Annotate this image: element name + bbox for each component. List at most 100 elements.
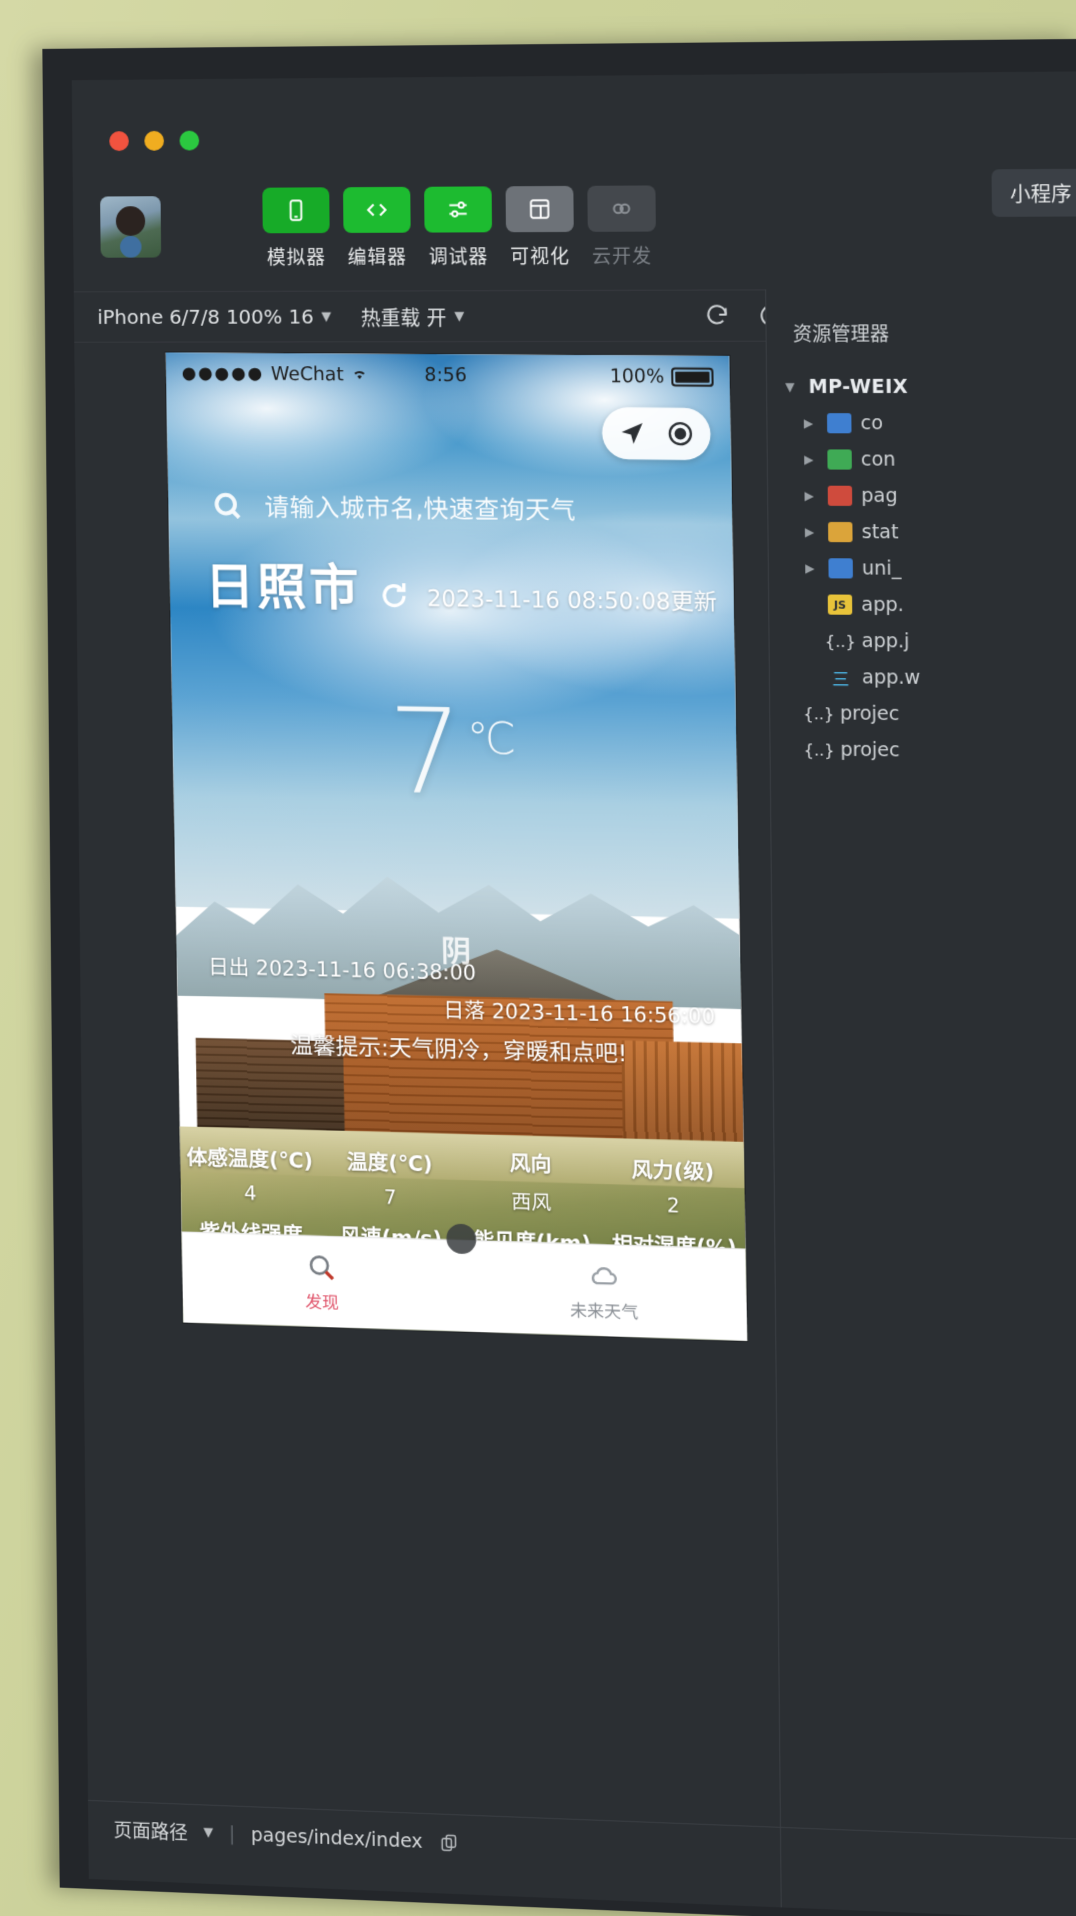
metric-key: 温度(℃) <box>346 1149 433 1176</box>
search-input[interactable]: 请输入城市名,快速查询天气 <box>264 488 576 527</box>
device-selector-label: iPhone 6/7/8 100% 16 <box>97 304 314 329</box>
toolbar-item-debugger[interactable]: 调试器 <box>424 186 493 269</box>
explorer-header: 资源管理器 <box>793 319 1076 347</box>
photo-background: 模拟器 编辑器 调试器 可视化 云开发 小程序 iPhone 6/7/8 100… <box>0 0 1076 1916</box>
metric-cell: 风力(级) 2 <box>601 1146 745 1225</box>
city-name: 日照市 <box>204 557 362 618</box>
tab-future-weather[interactable]: 未来天气 <box>461 1241 747 1341</box>
metric-cell: 风向 西风 <box>460 1142 603 1221</box>
tree-item-label: uni_ <box>861 557 902 580</box>
tree-item-label: projec <box>840 738 900 762</box>
temperature-unit: ℃ <box>466 713 517 765</box>
search-magnifier-icon <box>304 1250 338 1285</box>
tab-discover[interactable]: 发现 <box>182 1232 464 1331</box>
toolbar-item-visual[interactable]: 可视化 <box>505 185 575 269</box>
tree-item[interactable]: {..} projec <box>789 731 1076 770</box>
tree-item-label: stat <box>861 521 899 544</box>
layout-icon <box>505 185 574 233</box>
chevron-right-icon: ▶ <box>804 488 814 503</box>
location-buttons[interactable] <box>601 407 711 461</box>
sunset-text: 日落 2023-11-16 16:56:00 <box>443 998 716 1029</box>
page-path-label[interactable]: 页面路径 <box>113 1816 188 1846</box>
window-controls <box>109 130 200 152</box>
tree-item[interactable]: JS app. <box>787 586 1076 624</box>
metric-key: 体感温度(℃) <box>186 1144 314 1173</box>
tree-item-label: projec <box>839 702 900 726</box>
copy-icon[interactable] <box>438 1832 458 1853</box>
folder-icon <box>827 413 852 434</box>
tab-label: 发现 <box>305 1292 340 1314</box>
maximize-button[interactable] <box>179 130 200 151</box>
tree-item-label: pag <box>861 484 898 508</box>
tree-item-label: app.w <box>861 666 921 689</box>
search-icon <box>211 489 243 521</box>
tab-label: 未来天气 <box>570 1301 639 1324</box>
city-search[interactable]: 请输入城市名,快速查询天气 <box>211 487 576 527</box>
status-time: 8:56 <box>424 363 468 387</box>
wxss-file-icon: 三 <box>832 669 850 690</box>
tree-item[interactable]: ▶ uni_ <box>787 550 1076 588</box>
chevron-down-icon: ▼ <box>785 379 795 395</box>
cloud-icon <box>586 1259 621 1294</box>
metric-cell: 体感温度(℃) 4 <box>180 1134 321 1212</box>
explorer-panel: 资源管理器 ▼ MP-WEIX ▶ co ▶ con ▶ pag ▶ stat … <box>765 288 1076 1916</box>
toolbar-item-editor[interactable]: 编辑器 <box>343 186 411 270</box>
avatar[interactable] <box>100 196 162 258</box>
phone-icon <box>262 187 330 234</box>
navigation-arrow-icon[interactable] <box>618 419 647 447</box>
metric-value: 西风 <box>511 1189 552 1215</box>
crosshair-icon[interactable] <box>666 420 695 448</box>
chevron-right-icon: ▶ <box>805 561 815 576</box>
tree-item[interactable]: ▶ stat <box>786 514 1076 552</box>
city-header: 日照市 2023-11-16 08:50:08更新 <box>204 547 718 625</box>
metric-value: 7 <box>383 1184 397 1209</box>
main-toolbar: 模拟器 编辑器 调试器 可视化 云开发 <box>73 161 1076 288</box>
refresh-icon[interactable] <box>377 579 411 613</box>
cloud-icon <box>587 185 656 232</box>
refresh-icon[interactable] <box>704 303 730 329</box>
tree-item[interactable]: ▶ pag <box>786 478 1076 515</box>
explorer-title: 资源管理器 <box>792 323 890 346</box>
metric-value: 2 <box>666 1192 681 1217</box>
miniprogram-button[interactable]: 小程序 <box>991 168 1076 217</box>
tree-item[interactable]: {..} app.j <box>788 622 1076 660</box>
tree-item-label: app. <box>861 593 904 617</box>
tree-item-label: co <box>860 412 884 435</box>
temperature-value: 7 <box>387 682 465 822</box>
chevron-right-icon: ▶ <box>804 524 815 540</box>
json-file-icon: {..} <box>803 739 835 760</box>
json-file-icon: {..} <box>803 703 835 724</box>
folder-icon <box>828 558 853 579</box>
phone-status-bar: ●●●●● WeChat 8:56 100% <box>166 356 730 394</box>
page-path-value[interactable]: pages/index/index <box>251 1824 423 1853</box>
update-time: 2023-11-16 08:50:08更新 <box>426 586 718 616</box>
toolbar-item-simulator[interactable]: 模拟器 <box>262 187 330 270</box>
toolbar-item-label: 可视化 <box>510 245 571 269</box>
metric-key: 风力(级) <box>631 1157 715 1184</box>
toolbar-item-label: 模拟器 <box>266 246 327 270</box>
toolbar-item-cloud[interactable]: 云开发 <box>587 185 656 268</box>
folder-icon <box>828 521 853 543</box>
tree-item[interactable]: ▶ co <box>785 405 1076 442</box>
simulator-preview: ●●●●● WeChat 8:56 100% 请输入城市名,快速查询天气 日照市… <box>165 352 748 1341</box>
js-file-icon: JS <box>827 594 853 615</box>
explorer-root[interactable]: ▼ MP-WEIX <box>785 369 1076 406</box>
tree-item[interactable]: ▶ con <box>786 441 1076 478</box>
tree-item-label: app.j <box>861 629 910 653</box>
toolbar-item-label: 调试器 <box>428 246 489 269</box>
status-divider: | <box>228 1822 236 1845</box>
tree-item[interactable]: 三 app.w <box>788 659 1076 698</box>
hot-reload-selector[interactable]: 热重载 开 ▼ <box>361 302 465 331</box>
code-icon <box>343 186 411 233</box>
minimize-button[interactable] <box>144 130 165 151</box>
metric-value: 4 <box>243 1180 257 1205</box>
sunrise-text: 日出 2023-11-16 06:38:00 <box>207 954 477 985</box>
toolbar-item-label: 云开发 <box>591 245 653 268</box>
explorer-root-label: MP-WEIX <box>808 375 909 399</box>
tree-item-label: con <box>860 448 896 471</box>
folder-icon <box>827 449 852 470</box>
close-button[interactable] <box>109 131 129 152</box>
chevron-down-icon[interactable]: ▼ <box>203 1825 213 1840</box>
device-selector[interactable]: iPhone 6/7/8 100% 16 ▼ <box>97 305 331 329</box>
tree-item[interactable]: {..} projec <box>788 695 1076 734</box>
